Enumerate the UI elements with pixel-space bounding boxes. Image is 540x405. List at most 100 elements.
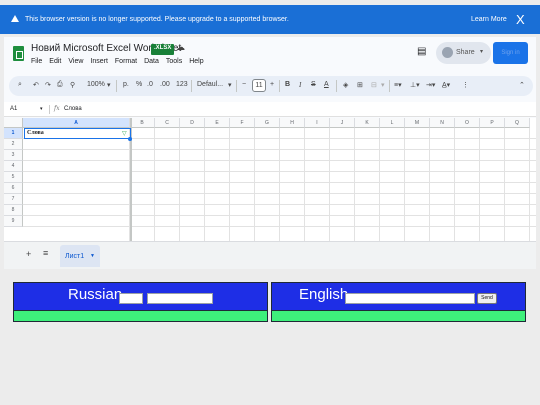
row-header-1[interactable]: 1 bbox=[4, 128, 23, 139]
name-box[interactable]: A1 bbox=[10, 106, 17, 112]
grid-column-line bbox=[354, 128, 355, 241]
font-size-input[interactable]: 11 bbox=[252, 79, 266, 92]
menu-data[interactable]: Data bbox=[144, 58, 159, 65]
horizontal-align-icon[interactable]: ≡▾ bbox=[394, 81, 402, 89]
row-header-6[interactable]: 6 bbox=[4, 183, 23, 194]
borders-icon[interactable]: ⊞ bbox=[357, 81, 363, 89]
currency-format-button[interactable]: р. bbox=[123, 81, 129, 88]
decrease-font-size-button[interactable]: − bbox=[242, 81, 246, 88]
italic-icon[interactable]: I bbox=[299, 81, 301, 89]
grid-column-line bbox=[479, 128, 480, 241]
column-header-q[interactable]: Q bbox=[505, 118, 530, 128]
zoom-select[interactable]: 100% bbox=[87, 81, 105, 88]
column-header-e[interactable]: E bbox=[205, 118, 230, 128]
bold-icon[interactable]: B bbox=[285, 81, 290, 88]
text-rotation-icon[interactable]: A̲▾ bbox=[442, 81, 450, 89]
formula-input[interactable]: Слова bbox=[64, 106, 82, 112]
filter-icon[interactable]: ▽ bbox=[122, 130, 127, 137]
russian-input[interactable] bbox=[147, 293, 213, 304]
share-button[interactable]: Share ▾ bbox=[436, 42, 491, 64]
spreadsheet-grid[interactable]: A B C D E F G H I J K L M N O P Q 1 2 3 4 5 6 7 8 9 Слова ▽ bbox=[4, 118, 536, 241]
row-header-9[interactable]: 9 bbox=[4, 216, 23, 227]
column-header-a[interactable]: A bbox=[23, 118, 130, 128]
merge-dropdown-icon[interactable]: ▾ bbox=[381, 81, 385, 89]
cloud-status-icon[interactable]: ☁ bbox=[176, 42, 185, 53]
decrease-decimal-button[interactable]: .0 bbox=[147, 81, 153, 88]
increase-font-size-button[interactable]: + bbox=[270, 81, 274, 88]
column-header-h[interactable]: H bbox=[280, 118, 305, 128]
toolbar-divider bbox=[236, 80, 237, 92]
column-header-p[interactable]: P bbox=[480, 118, 505, 128]
strikethrough-icon[interactable]: S bbox=[311, 81, 316, 88]
search-menus-icon[interactable]: ⌕ bbox=[18, 81, 22, 89]
column-header-g[interactable]: G bbox=[255, 118, 280, 128]
row-header-7[interactable]: 7 bbox=[4, 194, 23, 205]
row-header-5[interactable]: 5 bbox=[4, 172, 23, 183]
learn-more-link[interactable]: Learn More bbox=[471, 16, 507, 23]
sign-in-button[interactable]: Sign in bbox=[493, 42, 528, 64]
send-button[interactable]: Send bbox=[477, 293, 497, 304]
vertical-align-icon[interactable]: ⊥▾ bbox=[410, 81, 420, 89]
russian-small-input[interactable] bbox=[119, 293, 143, 304]
menu-tools[interactable]: Tools bbox=[166, 58, 182, 65]
grid-column-line bbox=[254, 128, 255, 241]
toolbar: ⌕ ↶ ↷ ⎙ ⚲ 100% ▾ р. % .0 .00 123 Defaul.… bbox=[9, 76, 533, 96]
row-header-8[interactable]: 8 bbox=[4, 205, 23, 216]
collapse-toolbar-icon[interactable]: ⌃ bbox=[519, 81, 525, 89]
column-header-j[interactable]: J bbox=[330, 118, 355, 128]
add-sheet-button[interactable]: + bbox=[26, 249, 31, 259]
column-header-i[interactable]: I bbox=[305, 118, 330, 128]
sheet-tab-dropdown-icon[interactable]: ▼ bbox=[90, 253, 95, 259]
font-select[interactable]: Defaul... bbox=[197, 81, 223, 88]
english-input[interactable] bbox=[345, 293, 475, 304]
fx-icon: fx bbox=[54, 105, 60, 112]
grid-column-line bbox=[529, 128, 530, 241]
toolbar-divider bbox=[116, 80, 117, 92]
undo-icon[interactable]: ↶ bbox=[33, 81, 39, 89]
all-sheets-button[interactable]: ≡ bbox=[43, 248, 48, 258]
selection-fill-handle[interactable] bbox=[128, 137, 132, 141]
column-header-o[interactable]: O bbox=[455, 118, 480, 128]
row-header-2[interactable]: 2 bbox=[4, 139, 23, 150]
menu-help[interactable]: Help bbox=[189, 58, 203, 65]
select-all-corner[interactable] bbox=[4, 118, 23, 128]
menu-insert[interactable]: Insert bbox=[90, 58, 108, 65]
column-header-m[interactable]: M bbox=[405, 118, 430, 128]
row-header-4[interactable]: 4 bbox=[4, 161, 23, 172]
menu-view[interactable]: View bbox=[68, 58, 83, 65]
increase-decimal-button[interactable]: .00 bbox=[160, 81, 170, 88]
sheet-tab[interactable]: Лист1 ▼ bbox=[60, 245, 100, 267]
sheets-logo-icon[interactable] bbox=[13, 46, 24, 61]
menu-format[interactable]: Format bbox=[115, 58, 137, 65]
paint-format-icon[interactable]: ⚲ bbox=[70, 81, 75, 89]
percent-format-button[interactable]: % bbox=[136, 81, 142, 88]
text-color-icon[interactable]: A bbox=[324, 81, 329, 88]
redo-icon[interactable]: ↷ bbox=[45, 81, 51, 89]
fill-color-icon[interactable]: ◈ bbox=[343, 81, 348, 89]
column-header-c[interactable]: C bbox=[155, 118, 180, 128]
print-icon[interactable]: ⎙ bbox=[57, 81, 63, 89]
name-box-dropdown-icon[interactable]: ▾ bbox=[40, 106, 43, 112]
column-header-d[interactable]: D bbox=[180, 118, 205, 128]
merge-cells-icon[interactable]: ⊟ bbox=[371, 81, 377, 89]
column-header-f[interactable]: F bbox=[230, 118, 255, 128]
share-dropdown-icon[interactable]: ▾ bbox=[480, 48, 483, 55]
column-header-b[interactable]: B bbox=[130, 118, 155, 128]
text-wrapping-icon[interactable]: ⇥▾ bbox=[426, 81, 435, 89]
column-header-k[interactable]: K bbox=[355, 118, 380, 128]
more-options-icon[interactable]: ⋮ bbox=[462, 81, 469, 89]
menu-file[interactable]: File bbox=[31, 58, 42, 65]
comments-icon[interactable]: ▤ bbox=[417, 46, 426, 57]
column-header-l[interactable]: L bbox=[380, 118, 405, 128]
close-banner-button[interactable]: X bbox=[516, 12, 525, 27]
menu-edit[interactable]: Edit bbox=[49, 58, 61, 65]
grid-column-line bbox=[304, 128, 305, 241]
grid-column-line bbox=[179, 128, 180, 241]
more-formats-button[interactable]: 123 bbox=[176, 81, 188, 88]
row-header-3[interactable]: 3 bbox=[4, 150, 23, 161]
column-header-n[interactable]: N bbox=[430, 118, 455, 128]
grid-column-line bbox=[454, 128, 455, 241]
cell-a1[interactable]: Слова bbox=[24, 128, 131, 139]
zoom-dropdown-icon[interactable]: ▾ bbox=[107, 81, 111, 89]
font-dropdown-icon[interactable]: ▾ bbox=[228, 81, 232, 89]
